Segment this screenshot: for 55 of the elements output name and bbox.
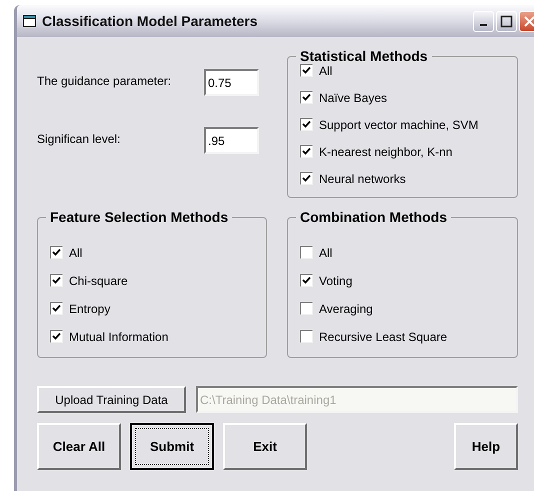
check-icon bbox=[52, 332, 61, 341]
maximize-button[interactable] bbox=[496, 10, 517, 32]
check-icon bbox=[302, 276, 311, 285]
checkbox-label: Mutual Information bbox=[69, 330, 168, 342]
check-icon bbox=[302, 66, 311, 75]
checkbox[interactable] bbox=[300, 330, 313, 343]
close-icon bbox=[523, 14, 534, 28]
checkbox[interactable] bbox=[50, 302, 63, 315]
checkbox[interactable] bbox=[50, 330, 63, 343]
check-icon bbox=[302, 147, 311, 156]
window-icon bbox=[23, 15, 36, 27]
checkbox-label: Recursive Least Square bbox=[319, 330, 448, 342]
checkbox[interactable] bbox=[50, 274, 63, 287]
checkbox-label: Neural networks bbox=[319, 172, 406, 184]
maximize-icon bbox=[500, 14, 513, 28]
input-field[interactable]: .95 bbox=[204, 127, 259, 154]
check-icon bbox=[302, 174, 311, 183]
checkbox-label: Naïve Bayes bbox=[319, 92, 388, 104]
action-button[interactable]: Help bbox=[454, 423, 518, 470]
checkbox-label: All bbox=[319, 64, 332, 76]
checkbox-label: Voting bbox=[319, 274, 352, 286]
input-field[interactable]: 0.75 bbox=[204, 69, 259, 96]
checkbox[interactable] bbox=[300, 274, 313, 287]
checkbox[interactable] bbox=[300, 145, 313, 158]
action-button[interactable]: Exit bbox=[223, 423, 307, 470]
close-button[interactable] bbox=[519, 10, 534, 32]
checkbox[interactable] bbox=[300, 91, 313, 104]
check-icon bbox=[52, 248, 61, 257]
group-title: Feature Selection Methods bbox=[49, 210, 230, 224]
checkbox-label: All bbox=[319, 246, 332, 258]
field-label: Significan level: bbox=[37, 131, 122, 148]
check-icon bbox=[52, 276, 61, 285]
checkbox-label: Averaging bbox=[319, 302, 373, 314]
field-label: The guidance parameter: bbox=[37, 73, 172, 90]
checkbox[interactable] bbox=[300, 64, 313, 77]
group-title: Statistical Methods bbox=[299, 49, 429, 63]
checkbox-label: All bbox=[69, 246, 82, 258]
checkbox[interactable] bbox=[300, 302, 313, 315]
check-icon bbox=[302, 93, 311, 102]
checkbox[interactable] bbox=[300, 172, 313, 185]
checkbox-label: K-nearest neighbor, K-nn bbox=[319, 146, 452, 158]
minimize-icon bbox=[480, 24, 487, 26]
check-icon bbox=[302, 120, 311, 129]
checkbox[interactable] bbox=[50, 246, 63, 259]
group-title: Combination Methods bbox=[299, 210, 448, 224]
checkbox-label: Entropy bbox=[69, 302, 110, 314]
checkbox[interactable] bbox=[300, 246, 313, 259]
checkbox-label: Chi-square bbox=[69, 274, 128, 286]
action-button[interactable]: Clear All bbox=[37, 423, 121, 470]
minimize-button[interactable] bbox=[473, 10, 494, 32]
check-icon bbox=[52, 304, 61, 313]
checkbox-label: Support vector machine, SVM bbox=[319, 118, 478, 130]
action-button[interactable]: Submit bbox=[130, 423, 214, 470]
checkbox[interactable] bbox=[300, 118, 313, 131]
window-title: Classification Model Parameters bbox=[42, 12, 259, 30]
